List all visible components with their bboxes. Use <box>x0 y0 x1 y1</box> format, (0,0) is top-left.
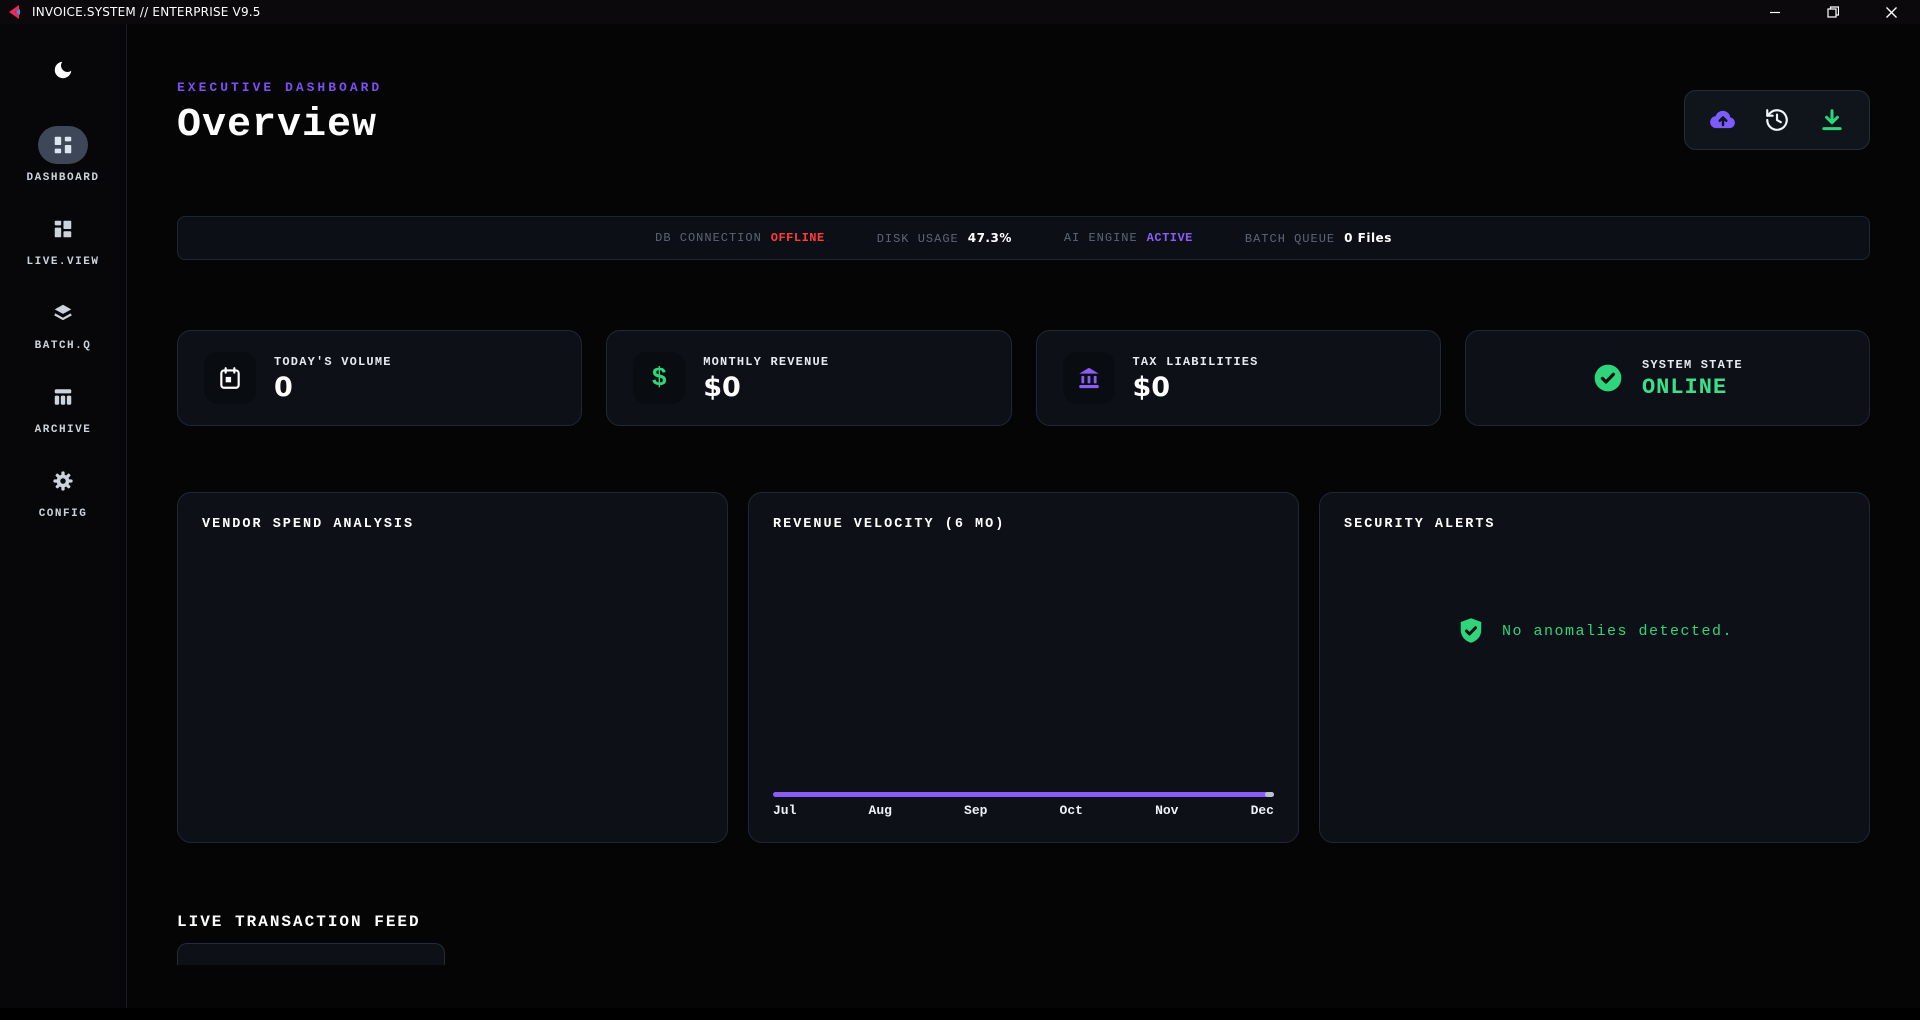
tax-liabilities-value: $0 <box>1133 374 1259 401</box>
status-db-connection: DB CONNECTION OFFLINE <box>655 231 825 245</box>
columns-table-icon <box>38 378 88 416</box>
status-value-disk: 47.3% <box>968 231 1012 245</box>
status-batch-queue: BATCH QUEUE 0 Files <box>1245 231 1392 246</box>
layers-icon <box>38 294 88 332</box>
sidebar-item-label: LIVE.VIEW <box>27 256 100 268</box>
todays-volume-value: 0 <box>274 374 392 401</box>
minimize-button[interactable] <box>1746 0 1804 24</box>
axis-tick: Oct <box>1060 803 1083 818</box>
download-button[interactable] <box>1815 103 1849 137</box>
sidebar-item-archive[interactable]: ARCHIVE <box>35 378 92 436</box>
card-tax-liabilities: TAX LIABILITIES $0 <box>1036 330 1441 426</box>
security-alerts-panel: SECURITY ALERTS No anomalies detected. <box>1319 492 1870 843</box>
status-value-active: ACTIVE <box>1147 231 1193 245</box>
feed-section-title: LIVE TRANSACTION FEED <box>177 913 1870 931</box>
status-disk-usage: DISK USAGE 47.3% <box>877 231 1012 246</box>
history-icon <box>1764 107 1790 133</box>
cloud-upload-icon <box>1708 105 1738 135</box>
axis-tick: Jul <box>773 803 796 818</box>
stat-card-row: TODAY'S VOLUME 0 $ MONTHLY REVENUE $0 <box>177 330 1870 426</box>
download-icon <box>1819 107 1845 133</box>
sidebar-item-label: DASHBOARD <box>27 172 100 184</box>
main-content: EXECUTIVE DASHBOARD Overview <box>127 24 1920 1008</box>
theme-toggle-button[interactable] <box>43 50 83 90</box>
app-window: INVOICE.SYSTEM // ENTERPRISE V9.5 <box>0 0 1920 1008</box>
layout-panels-icon <box>38 210 88 248</box>
bank-icon <box>1063 352 1115 404</box>
gear-icon <box>38 462 88 500</box>
card-todays-volume: TODAY'S VOLUME 0 <box>177 330 582 426</box>
axis-tick: Nov <box>1155 803 1178 818</box>
dollar-icon: $ <box>633 352 685 404</box>
window-title: INVOICE.SYSTEM // ENTERPRISE V9.5 <box>32 5 261 19</box>
chart-x-axis: Jul Aug Sep Oct Nov Dec <box>773 803 1274 818</box>
monthly-revenue-value: $0 <box>703 374 829 401</box>
sidebar-item-label: ARCHIVE <box>35 424 92 436</box>
card-system-state: SYSTEM STATE ONLINE <box>1465 330 1870 426</box>
feed-panel-clipped <box>177 943 445 965</box>
axis-tick: Dec <box>1251 803 1274 818</box>
sidebar-item-label: CONFIG <box>39 508 88 520</box>
status-value-offline: OFFLINE <box>771 231 825 245</box>
shield-check-icon <box>1456 616 1486 646</box>
revenue-velocity-panel: REVENUE VELOCITY (6 MO) Jul Aug Sep Oct … <box>748 492 1299 843</box>
sidebar-item-dashboard[interactable]: DASHBOARD <box>27 126 100 184</box>
chart-last-point <box>1265 792 1274 797</box>
vendor-spend-panel: VENDOR SPEND ANALYSIS <box>177 492 728 843</box>
system-state-value: ONLINE <box>1642 377 1743 399</box>
axis-tick: Aug <box>869 803 892 818</box>
sidebar-item-label: BATCH.Q <box>35 340 92 352</box>
axis-tick: Sep <box>964 803 987 818</box>
history-button[interactable] <box>1760 103 1794 137</box>
sidebar: DASHBOARD LIVE.VIEW BA <box>0 24 127 1008</box>
header-action-group <box>1684 90 1870 150</box>
check-circle-icon <box>1592 362 1624 394</box>
restore-button[interactable] <box>1804 0 1862 24</box>
security-status-message: No anomalies detected. <box>1502 623 1733 640</box>
chart-line-series <box>773 792 1274 797</box>
cloud-upload-button[interactable] <box>1706 103 1740 137</box>
close-button[interactable] <box>1862 0 1920 24</box>
system-status-bar: DB CONNECTION OFFLINE DISK USAGE 47.3% A… <box>177 216 1870 260</box>
sidebar-item-batch-q[interactable]: BATCH.Q <box>35 294 92 352</box>
sidebar-item-config[interactable]: CONFIG <box>38 462 88 520</box>
status-ai-engine: AI ENGINE ACTIVE <box>1064 231 1193 245</box>
title-bar: INVOICE.SYSTEM // ENTERPRISE V9.5 <box>0 0 1920 24</box>
app-logo-icon <box>6 3 24 21</box>
sidebar-item-live-view[interactable]: LIVE.VIEW <box>27 210 100 268</box>
layout-dashboard-icon <box>38 126 88 164</box>
calendar-icon <box>204 352 256 404</box>
page-title: Overview <box>177 103 382 148</box>
panel-row: VENDOR SPEND ANALYSIS REVENUE VELOCITY (… <box>177 492 1870 843</box>
moon-icon <box>52 59 74 81</box>
revenue-chart: Jul Aug Sep Oct Nov Dec <box>773 532 1274 818</box>
breadcrumb-eyebrow: EXECUTIVE DASHBOARD <box>177 80 382 95</box>
page-header: EXECUTIVE DASHBOARD Overview <box>177 80 1870 150</box>
status-value-queue: 0 Files <box>1344 231 1392 245</box>
security-status-row: No anomalies detected. <box>1344 616 1845 646</box>
card-monthly-revenue: $ MONTHLY REVENUE $0 <box>606 330 1011 426</box>
